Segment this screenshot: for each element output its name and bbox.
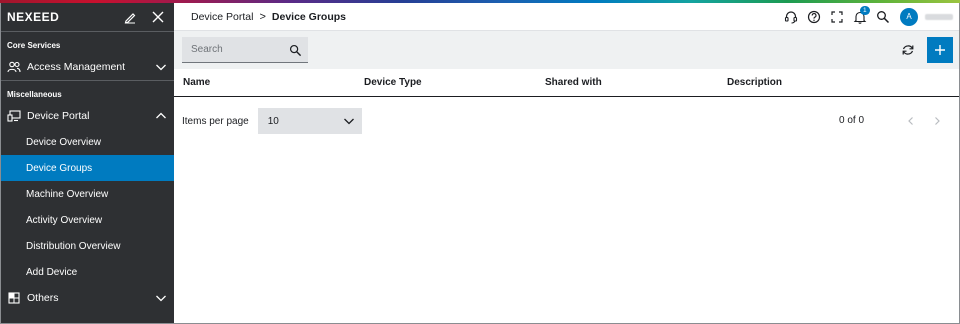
items-per-page-label: Items per page [182, 115, 249, 127]
headset-icon[interactable] [780, 6, 802, 28]
sidebar-group-label: Access Management [27, 61, 126, 73]
next-page-icon[interactable] [930, 114, 944, 128]
help-icon[interactable] [803, 6, 825, 28]
refresh-icon[interactable] [897, 39, 919, 61]
chevron-down-icon [154, 60, 168, 74]
chevron-up-icon [154, 109, 168, 123]
search-input[interactable]: Search [182, 37, 308, 63]
main-content: Device Portal > Device Groups 1 A Search… [174, 3, 959, 323]
plus-icon [935, 45, 945, 55]
close-icon[interactable] [146, 5, 170, 29]
sidebar-item-distribution-overview[interactable]: Distribution Overview [1, 233, 174, 259]
sidebar-item-device-groups[interactable]: Device Groups [1, 155, 174, 181]
avatar[interactable]: A [900, 7, 918, 26]
sidebar: NEXEED Core Services Access Management M… [1, 3, 174, 323]
username-redacted [925, 13, 953, 20]
sidebar-group-others[interactable]: Others [1, 285, 174, 311]
sidebar-item-device-overview[interactable]: Device Overview [1, 129, 174, 155]
sidebar-item-machine-overview[interactable]: Machine Overview [1, 181, 174, 207]
sidebar-group-access-management[interactable]: Access Management [1, 54, 174, 80]
sidebar-item-activity-overview[interactable]: Activity Overview [1, 207, 174, 233]
sidebar-group-device-portal[interactable]: Device Portal [1, 103, 174, 129]
items-per-page-value: 10 [267, 115, 279, 127]
table-header: Name Device Type Shared with Description [174, 69, 959, 97]
pagination-range: 0 of 0 [839, 115, 865, 126]
pen-icon[interactable] [118, 5, 142, 29]
column-header-name[interactable]: Name [183, 77, 210, 88]
breadcrumb-separator: > [259, 10, 266, 23]
grid-icon [7, 291, 21, 305]
previous-page-icon[interactable] [904, 114, 918, 128]
breadcrumb-parent[interactable]: Device Portal [191, 11, 253, 23]
fullscreen-icon[interactable] [826, 6, 848, 28]
section-label-core-services: Core Services [7, 41, 61, 50]
sidebar-group-label: Others [27, 292, 59, 304]
notification-badge: 1 [860, 5, 870, 15]
chevron-down-icon [154, 291, 168, 305]
search-placeholder: Search [191, 44, 223, 55]
section-label-miscellaneous: Miscellaneous [7, 90, 62, 99]
chevron-down-icon [342, 114, 356, 128]
devices-icon [7, 109, 21, 123]
column-header-shared-with[interactable]: Shared with [545, 77, 602, 88]
breadcrumb: Device Portal > Device Groups [191, 11, 779, 23]
items-per-page-select[interactable]: 10 [257, 108, 362, 134]
column-header-description[interactable]: Description [727, 77, 782, 88]
header-actions: 1 A [779, 5, 959, 28]
people-icon [7, 60, 21, 74]
sidebar-item-add-device[interactable]: Add Device [1, 259, 174, 285]
top-header: Device Portal > Device Groups 1 A [174, 3, 959, 31]
brand-logo: NEXEED [7, 10, 60, 24]
breadcrumb-current: Device Groups [271, 10, 347, 23]
table-toolbar: Search [174, 31, 959, 69]
add-device-group-button[interactable] [927, 37, 953, 63]
notification-bell-icon[interactable]: 1 [849, 5, 871, 28]
sidebar-header: NEXEED [1, 3, 174, 32]
column-header-device-type[interactable]: Device Type [364, 77, 422, 88]
pagination: Items per page 10 0 of 0 [174, 97, 959, 145]
sidebar-group-label: Device Portal [27, 110, 90, 122]
search-icon [288, 43, 302, 57]
search-icon[interactable] [872, 6, 894, 28]
